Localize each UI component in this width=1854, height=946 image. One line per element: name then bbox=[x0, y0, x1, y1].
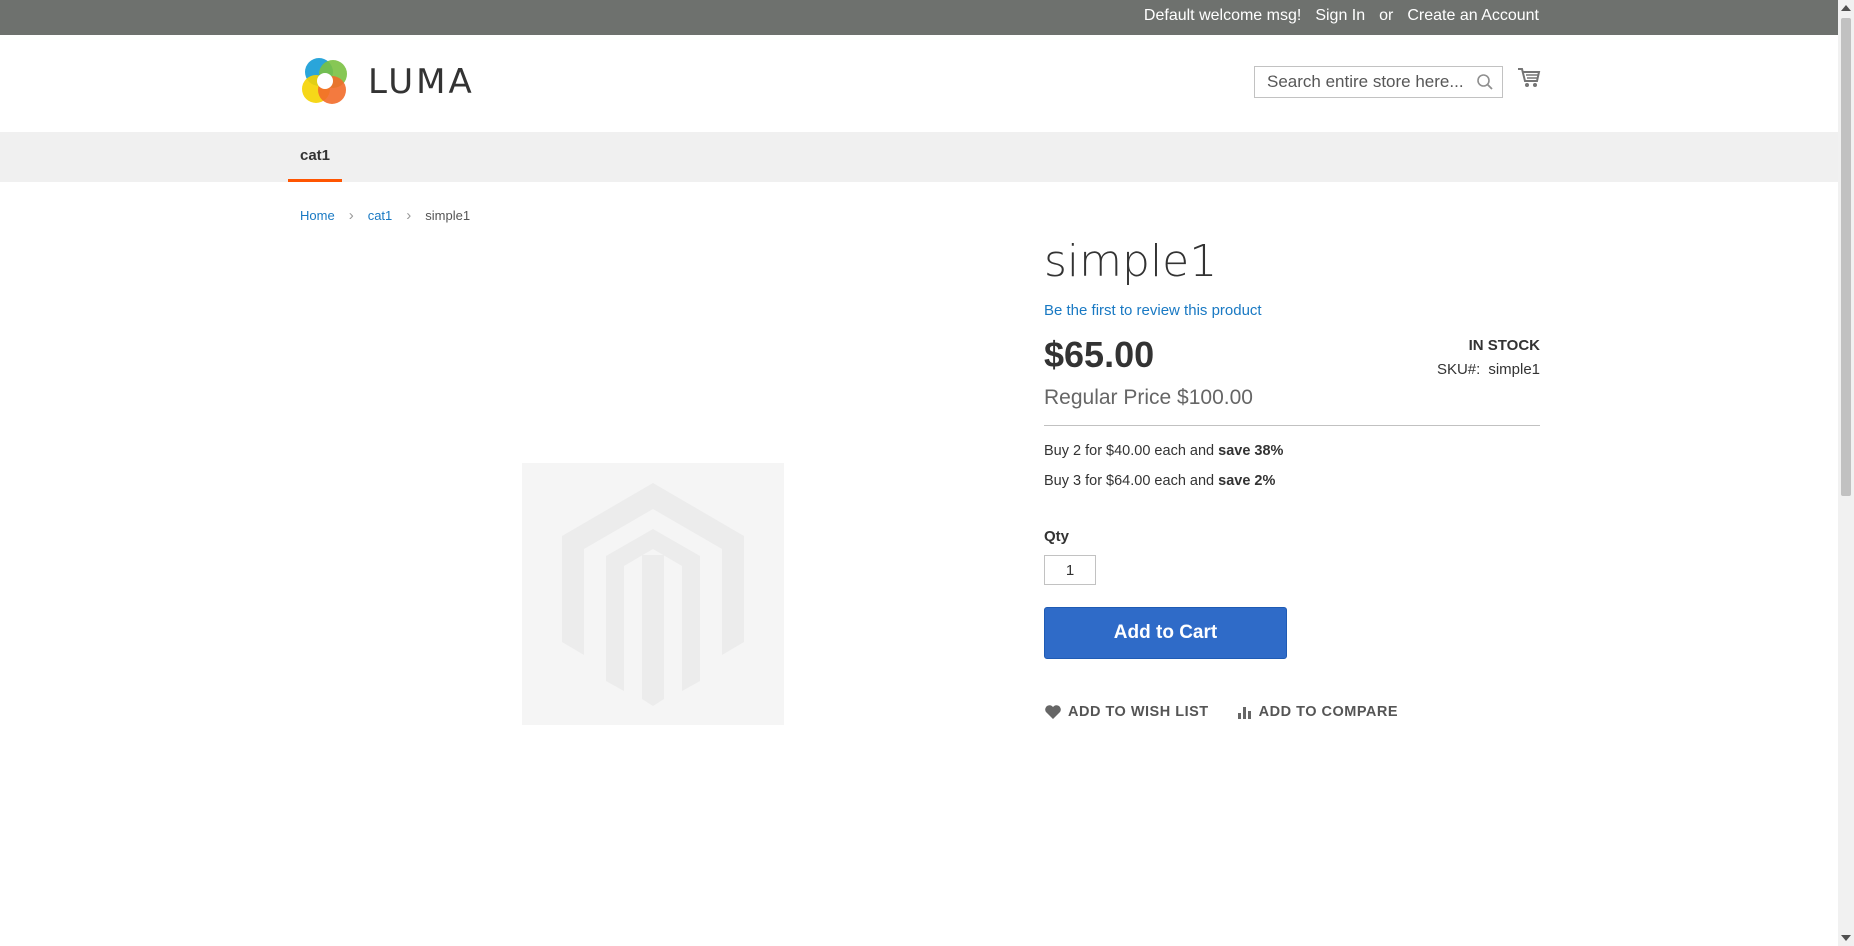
cart-icon[interactable] bbox=[1517, 67, 1541, 89]
review-link[interactable]: Be the first to review this product bbox=[1044, 302, 1262, 319]
breadcrumb-separator-icon: › bbox=[348, 207, 354, 224]
nav-item-cat1[interactable]: cat1 bbox=[288, 132, 342, 182]
scroll-up-icon[interactable] bbox=[1841, 5, 1851, 11]
wishlist-label: Add to Wish List bbox=[1068, 704, 1209, 720]
add-to-compare-button[interactable]: Add to Compare bbox=[1237, 704, 1398, 720]
site-header: LUMA bbox=[0, 35, 1838, 132]
breadcrumb: Home › cat1 › simple1 bbox=[300, 207, 470, 224]
breadcrumb-home[interactable]: Home bbox=[300, 208, 335, 223]
scroll-down-icon[interactable] bbox=[1841, 935, 1851, 941]
logo-text: LUMA bbox=[368, 62, 475, 102]
compare-icon bbox=[1237, 707, 1251, 719]
search-input[interactable] bbox=[1265, 68, 1474, 96]
sku-label: SKU#: bbox=[1436, 361, 1481, 378]
product-actions: Add to Wish List Add to Compare bbox=[1044, 704, 1398, 720]
tier-text: Buy 2 for $40.00 each and bbox=[1044, 443, 1219, 459]
tier-text: Buy 3 for $64.00 each and bbox=[1044, 473, 1219, 489]
add-to-cart-button[interactable]: Add to Cart bbox=[1044, 607, 1287, 659]
breadcrumb-current: simple1 bbox=[425, 208, 471, 223]
qty-input[interactable] bbox=[1044, 555, 1096, 585]
heart-icon bbox=[1045, 705, 1061, 719]
tier-save: save 38% bbox=[1218, 443, 1284, 459]
final-price: $65.00 bbox=[1044, 334, 1155, 375]
top-bar: Default welcome msg! Sign In or Create a… bbox=[0, 0, 1838, 35]
stock-status: IN STOCK bbox=[1468, 337, 1540, 354]
compare-label: Add to Compare bbox=[1258, 704, 1399, 720]
luma-logo-icon bbox=[302, 58, 347, 104]
tier-price-2: Buy 3 for $64.00 each and save 2% bbox=[1044, 473, 1275, 489]
divider bbox=[1044, 425, 1540, 426]
main-navigation: cat1 bbox=[0, 132, 1838, 182]
store-logo[interactable]: LUMA bbox=[300, 57, 475, 107]
qty-label: Qty bbox=[1044, 528, 1070, 545]
breadcrumb-cat1[interactable]: cat1 bbox=[368, 208, 393, 223]
regular-price: Regular Price $100.00 bbox=[1044, 386, 1253, 409]
sku-value: simple1 bbox=[1488, 361, 1540, 378]
product-image[interactable] bbox=[522, 463, 784, 725]
product-title: simple1 bbox=[1044, 236, 1218, 287]
top-links: Default welcome msg! Sign In or Create a… bbox=[1144, 7, 1539, 25]
search-icon[interactable] bbox=[1476, 73, 1494, 91]
tier-price-1: Buy 2 for $40.00 each and save 38% bbox=[1044, 443, 1283, 459]
tier-save: save 2% bbox=[1218, 473, 1276, 489]
add-to-wishlist-button[interactable]: Add to Wish List bbox=[1044, 704, 1209, 720]
page-scrollbar[interactable] bbox=[1838, 0, 1854, 946]
breadcrumb-separator-icon: › bbox=[406, 207, 412, 224]
welcome-message: Default welcome msg! bbox=[1143, 7, 1302, 24]
sku-block: SKU#: simple1 bbox=[1437, 361, 1540, 378]
sign-in-link[interactable]: Sign In bbox=[1315, 7, 1365, 25]
scroll-thumb[interactable] bbox=[1841, 18, 1851, 496]
search-box bbox=[1254, 66, 1503, 98]
or-text: or bbox=[1379, 7, 1394, 24]
magento-placeholder-icon bbox=[562, 483, 744, 706]
create-account-link[interactable]: Create an Account bbox=[1407, 7, 1539, 25]
